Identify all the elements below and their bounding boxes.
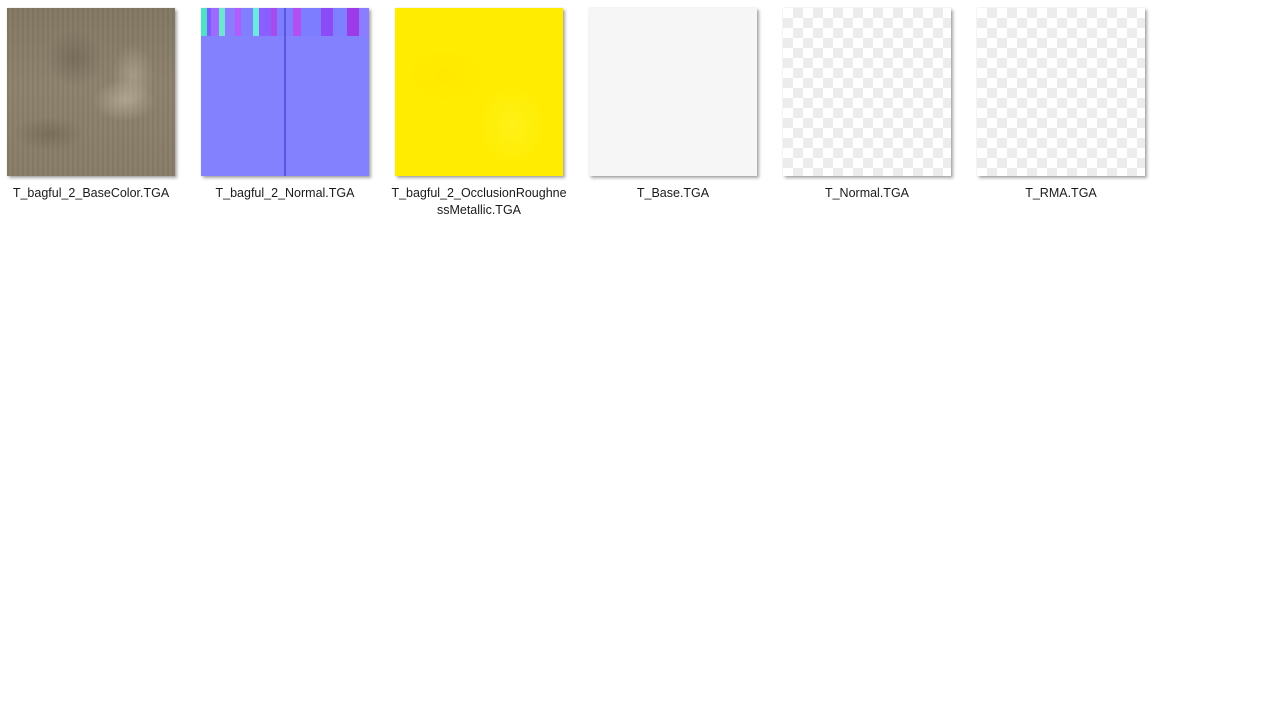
file-item[interactable]: T_Base.TGA	[589, 8, 769, 202]
texture-thumbnail[interactable]	[395, 8, 563, 176]
file-view: T_bagful_2_BaseColor.TGA T_bagful_2_Norm…	[0, 0, 1280, 720]
file-name[interactable]: T_bagful_2_BaseColor.TGA	[1, 185, 181, 202]
file-item[interactable]: T_RMA.TGA	[977, 8, 1157, 202]
texture-thumbnail[interactable]	[201, 8, 369, 176]
texture-thumbnail[interactable]	[977, 8, 1145, 176]
file-name[interactable]: T_Base.TGA	[583, 185, 763, 202]
file-name[interactable]: T_Normal.TGA	[777, 185, 957, 202]
file-name[interactable]: T_bagful_2_Normal.TGA	[195, 185, 375, 202]
texture-thumbnail[interactable]	[7, 8, 175, 176]
file-item[interactable]: T_bagful_2_BaseColor.TGA	[7, 8, 187, 202]
texture-thumbnail[interactable]	[783, 8, 951, 176]
file-item[interactable]: T_bagful_2_OcclusionRoughnessMetallic.TG…	[391, 8, 575, 219]
texture-thumbnail[interactable]	[589, 8, 757, 176]
file-name[interactable]: T_RMA.TGA	[971, 185, 1151, 202]
file-item[interactable]: T_Normal.TGA	[783, 8, 963, 202]
file-name[interactable]: T_bagful_2_OcclusionRoughnessMetallic.TG…	[389, 185, 569, 219]
file-item[interactable]: T_bagful_2_Normal.TGA	[201, 8, 381, 202]
